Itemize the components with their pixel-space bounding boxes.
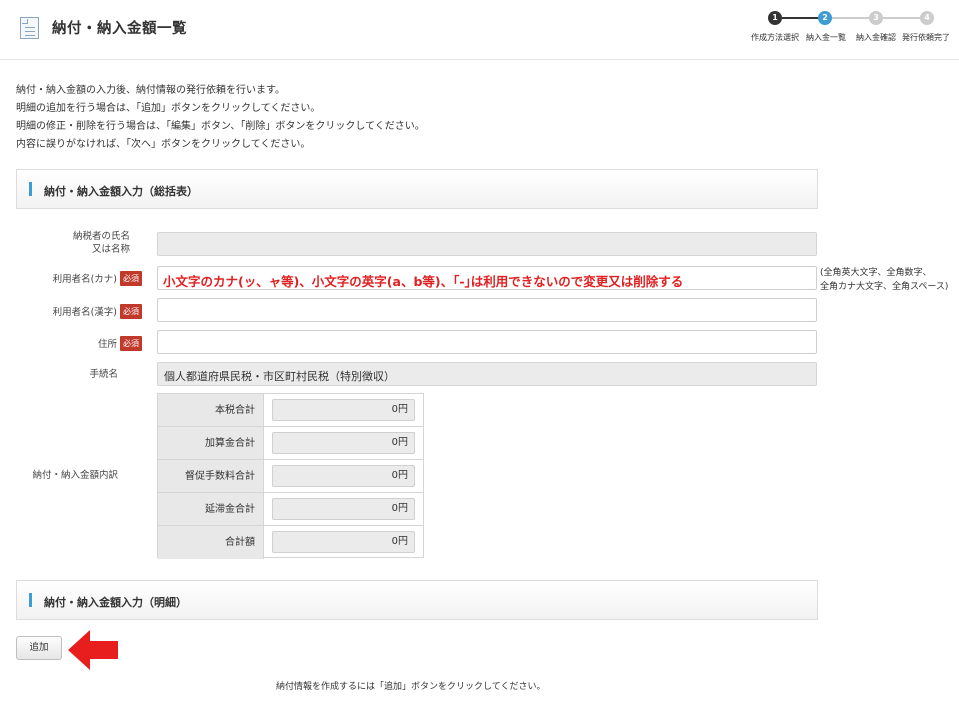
instruction-annotation: 小文字のカナ(ッ、ャ等)、小文字の英字(a、b等)、｢-｣は利用できないので変更…	[163, 274, 684, 289]
intro-line: 納付・納入金額の入力後、納付情報の発行依頼を行います。	[16, 85, 285, 96]
intro-line: 明細の追加を行う場合は、「追加」ボタンをクリックしてください。	[16, 103, 321, 114]
breakdown-row-label: 加算金合計	[158, 427, 264, 459]
user-kana-label: 利用者名(カナ) 必須	[30, 271, 142, 286]
step-2-circle: 2	[818, 11, 832, 25]
summary-section-heading: 納付・納入金額入力（総括表）	[16, 169, 818, 209]
table-row: 合計額 0円	[158, 526, 423, 559]
page-header: 納付・納入金額一覧 1 2 3 4 作成方法選択 納入金一覧 納入金確認 発行依…	[0, 0, 959, 60]
detail-section-title: 納付・納入金額入力（明細）	[44, 596, 187, 609]
intro-line: 内容に誤りがなければ、「次へ」ボタンをクリックしてください。	[16, 139, 311, 150]
page-title: 納付・納入金額一覧	[52, 21, 187, 37]
format-note-line1: (全角英大文字、全角数字、	[820, 268, 932, 278]
breakdown-row-value: 0円	[272, 465, 415, 487]
taxpayer-name-field	[157, 232, 817, 256]
breakdown-row-label: 合計額	[158, 526, 264, 559]
heading-accent-bar	[29, 593, 32, 607]
required-badge: 必須	[120, 304, 142, 319]
user-kanji-label-text: 利用者名(漢字)	[52, 307, 117, 318]
document-icon	[20, 17, 39, 39]
heading-accent-bar	[29, 182, 32, 196]
taxpayer-label: 納税者の氏名 又は名称	[40, 230, 130, 256]
step-3-circle: 3	[869, 11, 883, 25]
step-4-circle: 4	[920, 11, 934, 25]
required-badge: 必須	[120, 336, 142, 351]
taxpayer-label-line1: 納税者の氏名	[72, 231, 130, 242]
table-row: 督促手数料合計 0円	[158, 460, 423, 493]
required-badge: 必須	[120, 271, 142, 286]
step-1-label: 作成方法選択	[751, 33, 799, 42]
step-3-label: 納入金確認	[856, 33, 896, 42]
user-kanji-input[interactable]	[157, 298, 817, 322]
arrow-left-icon	[68, 630, 118, 670]
table-row: 本税合計 0円	[158, 394, 423, 427]
address-label-text: 住所	[97, 339, 117, 350]
step-1-circle: 1	[768, 11, 782, 25]
user-kana-input[interactable]: 小文字のカナ(ッ、ャ等)、小文字の英字(a、b等)、｢-｣は利用できないので変更…	[157, 266, 817, 290]
breakdown-row-value: 0円	[272, 531, 415, 553]
taxpayer-label-line2: 又は名称	[91, 244, 130, 255]
detail-section-heading: 納付・納入金額入力（明細）	[16, 580, 818, 620]
breakdown-row-label: 延滞金合計	[158, 493, 264, 525]
amount-breakdown-table: 本税合計 0円 加算金合計 0円 督促手数料合計 0円 延滞金合計 0円 合計額…	[157, 393, 424, 559]
table-row: 延滞金合計 0円	[158, 493, 423, 526]
step-2-label: 納入金一覧	[806, 33, 846, 42]
procedure-field: 個人都道府県民税・市区町村民税（特別徴収）	[157, 362, 817, 386]
breakdown-row-label: 本税合計	[158, 394, 264, 426]
user-kana-label-text: 利用者名(カナ)	[52, 274, 117, 285]
format-note-line2: 全角カナ大文字、全角スペース)	[820, 282, 949, 292]
procedure-value: 個人都道府県民税・市区町村民税（特別徴収）	[164, 370, 395, 383]
progress-steps: 1 2 3 4 作成方法選択 納入金一覧 納入金確認 発行依頼完了	[745, 8, 959, 48]
breakdown-row-label: 督促手数料合計	[158, 460, 264, 492]
intro-line: 明細の修正・削除を行う場合は、「編集」ボタン、「削除」ボタンをクリックしてくださ…	[16, 121, 425, 132]
address-input[interactable]	[157, 330, 817, 354]
user-kana-format-note: (全角英大文字、全角数字、 全角カナ大文字、全角スペース)	[820, 266, 948, 294]
address-label: 住所 必須	[30, 336, 142, 351]
add-button[interactable]: 追加	[16, 636, 62, 660]
table-row: 加算金合計 0円	[158, 427, 423, 460]
step-4-label: 発行依頼完了	[902, 33, 950, 42]
breakdown-row-value: 0円	[272, 498, 415, 520]
breakdown-row-value: 0円	[272, 432, 415, 454]
breakdown-label: 納付・納入金額内訳	[32, 470, 118, 481]
detail-footnote: 納付情報を作成するには「追加」ボタンをクリックしてください。	[276, 682, 546, 692]
user-kanji-label: 利用者名(漢字) 必須	[30, 304, 142, 319]
intro-text: 納付・納入金額の入力後、納付情報の発行依頼を行います。 明細の追加を行う場合は、…	[16, 82, 425, 154]
summary-section-title: 納付・納入金額入力（総括表）	[44, 185, 198, 198]
procedure-label: 手続名	[89, 369, 118, 380]
breakdown-row-value: 0円	[272, 399, 415, 421]
